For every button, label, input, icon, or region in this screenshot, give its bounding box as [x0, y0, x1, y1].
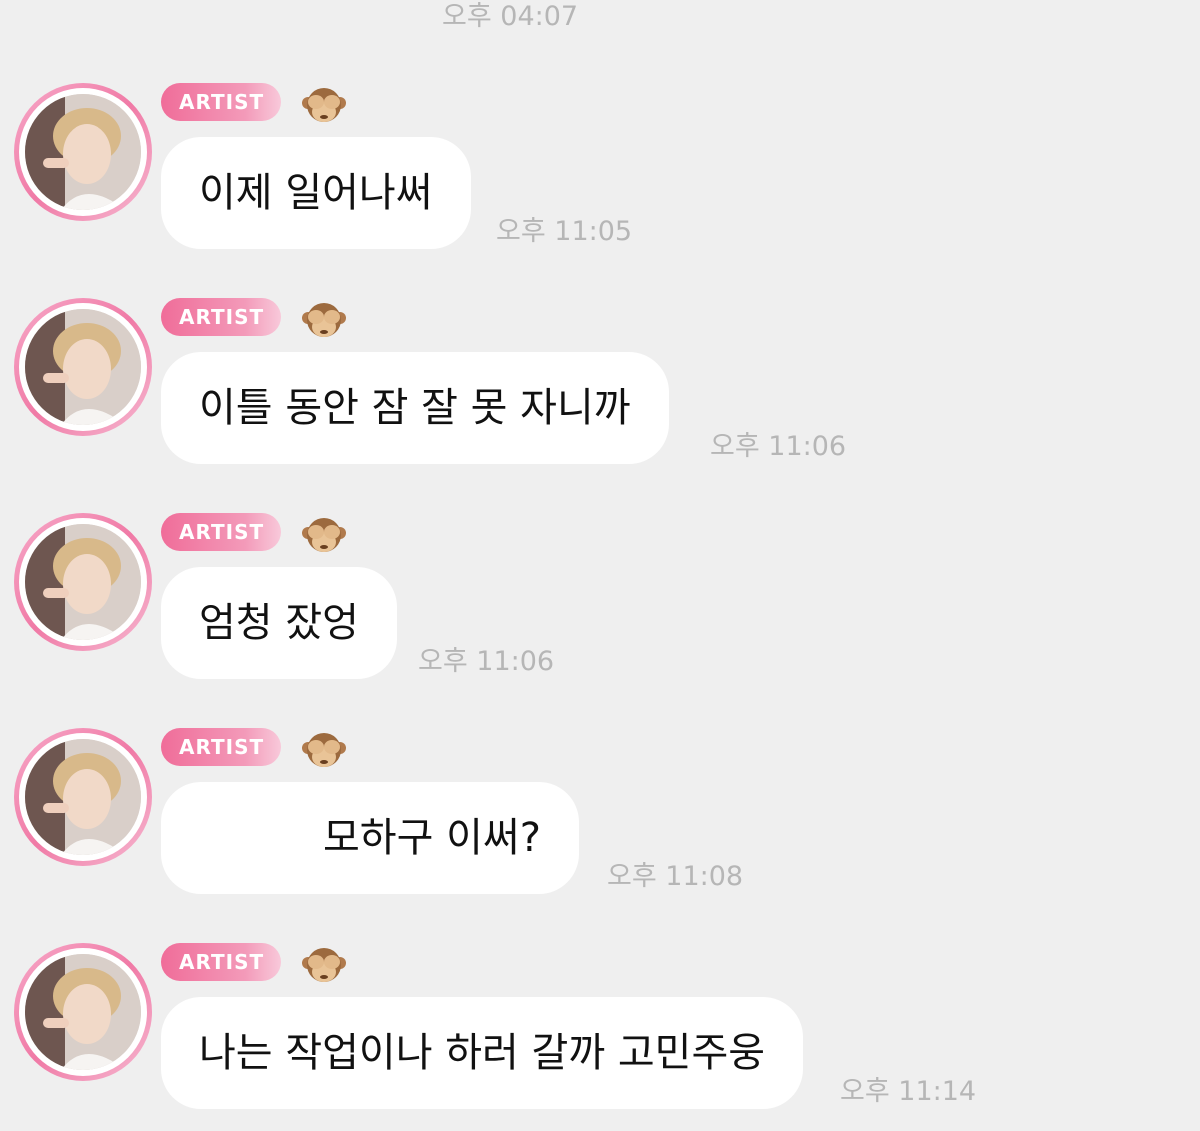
- message-timestamp: 오후 11:08: [607, 861, 744, 892]
- message-bubble[interactable]: 모하구 이써?: [161, 782, 579, 894]
- artist-avatar[interactable]: [14, 83, 152, 221]
- message-bubble[interactable]: 이제 일어나써: [161, 137, 471, 249]
- avatar-photo: [25, 739, 141, 855]
- avatar-photo: [25, 94, 141, 210]
- see-no-evil-monkey-icon: [302, 303, 346, 337]
- artist-badge: ARTIST: [161, 513, 281, 551]
- see-no-evil-monkey-icon: [302, 518, 346, 552]
- message-timestamp: 오후 11:14: [840, 1076, 977, 1107]
- artist-badge: ARTIST: [161, 728, 281, 766]
- artist-badge: ARTIST: [161, 943, 281, 981]
- artist-badge: ARTIST: [161, 298, 281, 336]
- message-timestamp: 오후 11:05: [496, 216, 633, 247]
- message-row: ARTIST 이틀 동안 잠 잘 못 자니까 오후 11:06: [0, 298, 1200, 513]
- avatar-photo: [25, 954, 141, 1070]
- see-no-evil-monkey-icon: [302, 948, 346, 982]
- chat-view: 오후 04:07 ARTIST 이제 일어나써 오후 11:05 ARTIST …: [0, 0, 1200, 1131]
- artist-avatar[interactable]: [14, 943, 152, 1081]
- artist-avatar[interactable]: [14, 298, 152, 436]
- message-bubble[interactable]: 엄청 잤엉: [161, 567, 397, 679]
- avatar-photo: [25, 309, 141, 425]
- message-row: ARTIST 엄청 잤엉 오후 11:06: [0, 513, 1200, 728]
- message-bubble[interactable]: 이틀 동안 잠 잘 못 자니까: [161, 352, 669, 464]
- see-no-evil-monkey-icon: [302, 733, 346, 767]
- artist-badge: ARTIST: [161, 83, 281, 121]
- message-row: ARTIST 나는 작업이나 하러 갈까 고민주웅 오후 11:14: [0, 943, 1200, 1131]
- top-timestamp: 오후 04:07: [442, 1, 579, 32]
- avatar-photo: [25, 524, 141, 640]
- message-timestamp: 오후 11:06: [710, 431, 847, 462]
- message-bubble[interactable]: 나는 작업이나 하러 갈까 고민주웅: [161, 997, 804, 1109]
- artist-avatar[interactable]: [14, 513, 152, 651]
- message-timestamp: 오후 11:06: [418, 646, 555, 677]
- artist-avatar[interactable]: [14, 728, 152, 866]
- see-no-evil-monkey-icon: [302, 88, 346, 122]
- message-row: ARTIST 이제 일어나써 오후 11:05: [0, 83, 1200, 298]
- message-row: ARTIST 모하구 이써? 오후 11:08: [0, 728, 1200, 943]
